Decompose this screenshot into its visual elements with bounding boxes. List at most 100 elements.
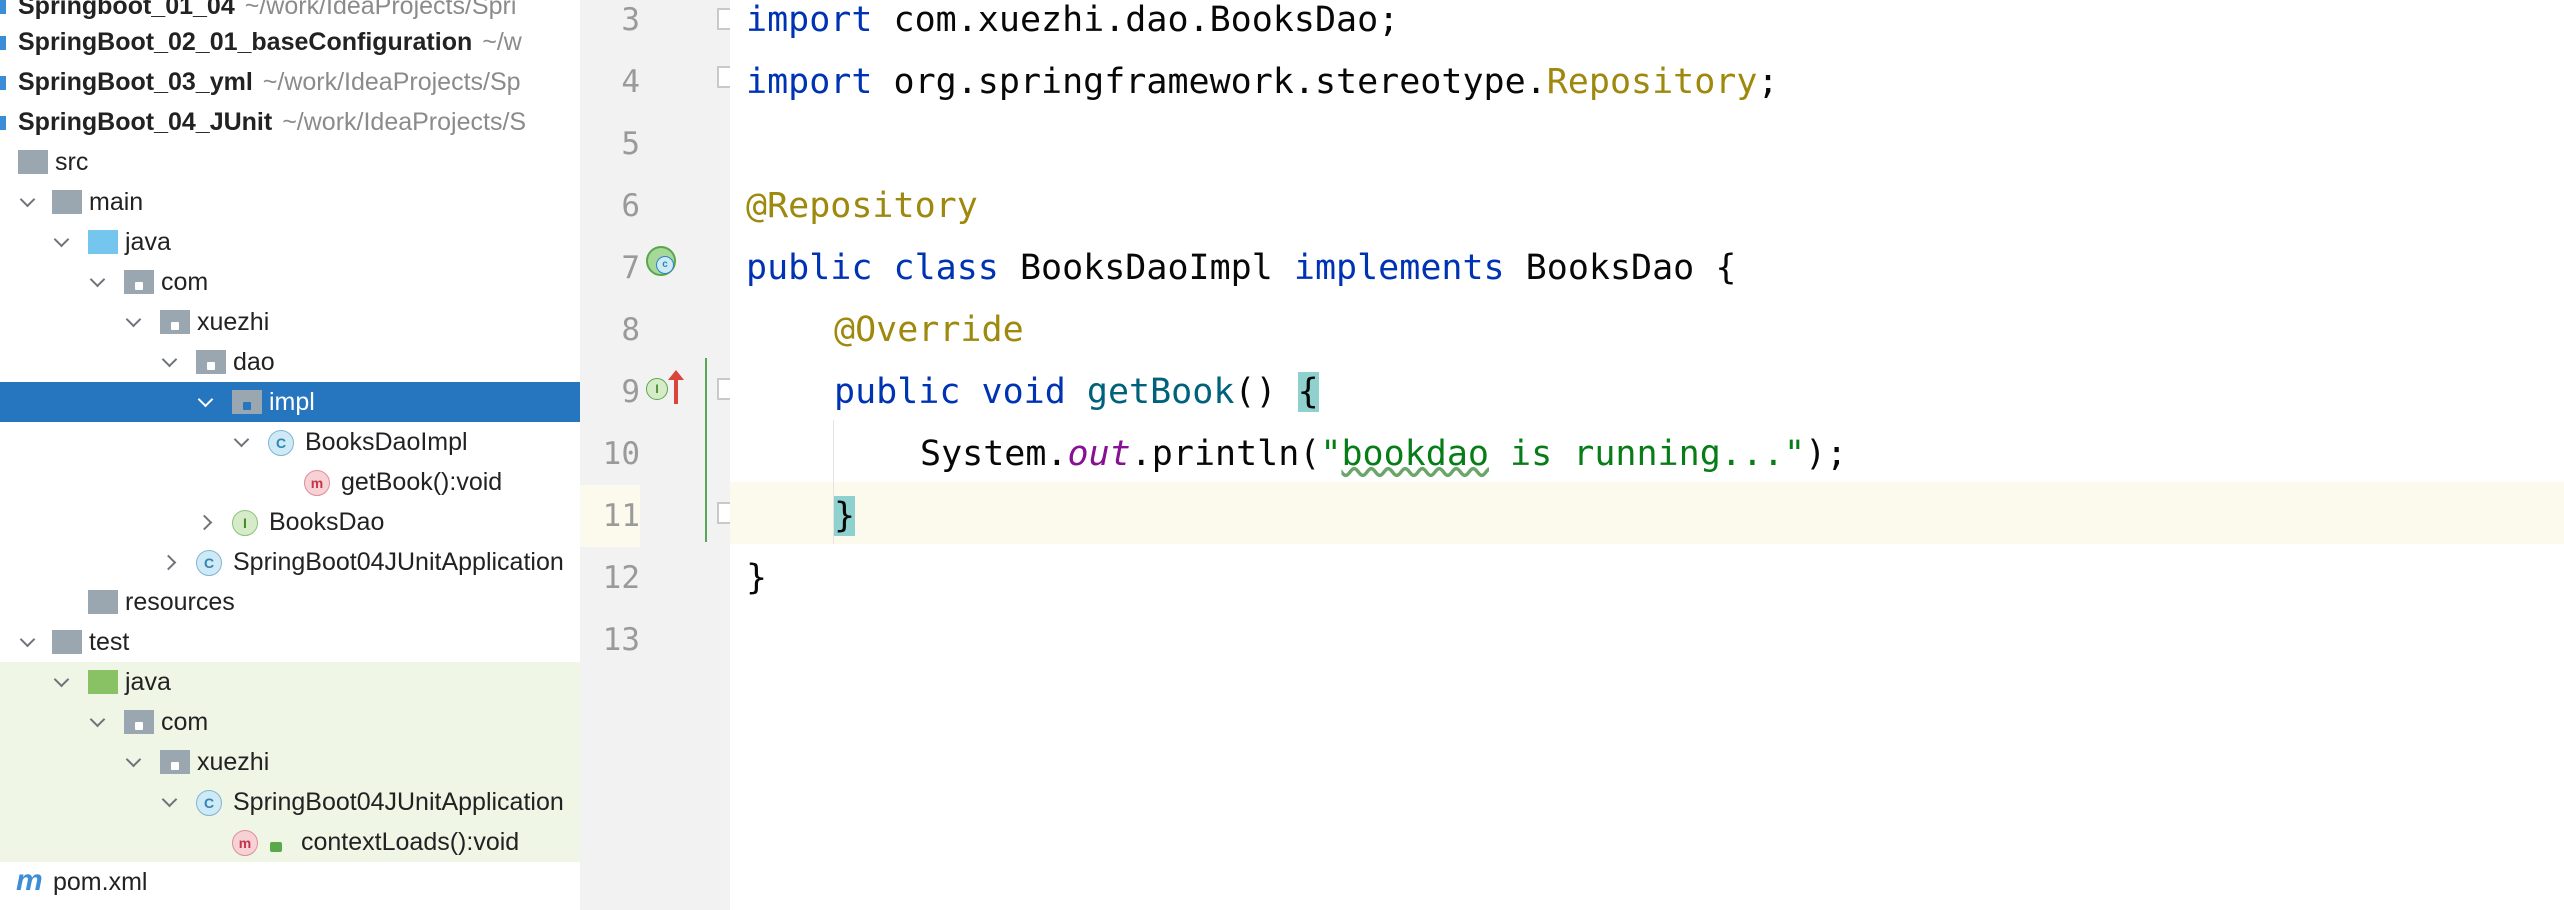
- editor-gutter: 3 4 5 6 7 8 9 10 11 12 13 c I: [580, 0, 735, 910]
- tree-node-main[interactable]: main: [0, 182, 580, 222]
- string-literal: ": [1320, 434, 1342, 474]
- test-method-icon: m: [232, 830, 258, 856]
- tree-project-springboot-04[interactable]: SpringBoot_04_JUnit ~/work/IdeaProjects/S: [0, 102, 580, 142]
- test-folder-icon: [88, 670, 118, 694]
- code-line-11[interactable]: }: [834, 485, 856, 547]
- code-line-10[interactable]: System.out.println("bookdao is running..…: [920, 423, 1847, 485]
- tree-node-label: BooksDaoImpl: [305, 428, 468, 456]
- tree-project-springboot-03[interactable]: SpringBoot_03_yml ~/work/IdeaProjects/Sp: [0, 62, 580, 102]
- tree-node-dao[interactable]: dao: [0, 342, 580, 382]
- chevron-down-icon[interactable]: [124, 742, 144, 782]
- tree-node-impl[interactable]: impl: [0, 382, 580, 422]
- line-number: 12: [602, 560, 640, 596]
- tree-node-label: xuezhi: [197, 308, 270, 336]
- keyword: public: [834, 372, 961, 412]
- tree-node-resources[interactable]: resources: [0, 582, 580, 622]
- code-editor[interactable]: import com.xuezhi.dao.BooksDao; import o…: [730, 0, 2564, 910]
- chevron-down-icon[interactable]: [52, 222, 72, 262]
- tree-node-label: impl: [269, 388, 315, 416]
- chevron-down-icon[interactable]: [124, 302, 144, 342]
- chevron-down-icon[interactable]: [196, 382, 216, 422]
- line-number: 4: [621, 64, 640, 100]
- line-number: 5: [621, 126, 640, 162]
- module-icon: [0, 0, 6, 14]
- current-line-highlight: [730, 482, 2564, 544]
- tree-node-com-test[interactable]: com: [0, 702, 580, 742]
- keyword: public: [746, 248, 873, 288]
- code-line-12[interactable]: }: [746, 547, 767, 609]
- chevron-down-icon[interactable]: [88, 262, 108, 302]
- implements-method-icon[interactable]: I: [646, 378, 668, 400]
- code-text: }: [746, 558, 768, 598]
- folder-icon: [52, 630, 82, 654]
- code-line-9[interactable]: public void getBook() {: [834, 361, 1319, 423]
- tree-node-label: test: [89, 628, 130, 656]
- tree-node-contextloads[interactable]: m contextLoads():void: [0, 822, 580, 862]
- line-number: 13: [602, 622, 640, 658]
- resources-folder-icon: [88, 590, 118, 614]
- tree-node-src[interactable]: src: [0, 142, 580, 182]
- tree-node-getbook[interactable]: m getBook():void: [0, 462, 580, 502]
- tree-node-label: SpringBoot04JUnitApplication: [233, 548, 564, 576]
- tree-node-label: getBook():void: [341, 468, 503, 496]
- chevron-down-icon[interactable]: [18, 182, 38, 222]
- chevron-down-icon[interactable]: [88, 702, 108, 742]
- chevron-down-icon[interactable]: [232, 422, 252, 462]
- tree-node-label: SpringBoot04JUnitApplication: [233, 788, 564, 816]
- project-path: ~/work/IdeaProjects/Sp: [262, 68, 521, 96]
- code-text: BooksDao {: [1504, 248, 1737, 288]
- vcs-change-marker: [705, 358, 707, 542]
- tree-node-application-test[interactable]: C SpringBoot04JUnitApplication: [0, 782, 580, 822]
- tree-node-xuezhi[interactable]: xuezhi: [0, 302, 580, 342]
- chevron-down-icon[interactable]: [18, 622, 38, 662]
- code-line-3[interactable]: import com.xuezhi.dao.BooksDao;: [746, 0, 1399, 51]
- project-name: Springboot_01_04: [18, 0, 235, 20]
- code-text: org.springframework.stereotype.: [872, 62, 1547, 102]
- code-line-8[interactable]: @Override: [834, 299, 1024, 361]
- code-line-6[interactable]: @Repository: [746, 175, 978, 237]
- line-number: 6: [621, 188, 640, 224]
- chevron-right-icon[interactable]: [162, 542, 182, 582]
- line-number: 10: [602, 436, 640, 472]
- tree-node-booksdaoimpl[interactable]: C BooksDaoImpl: [0, 422, 580, 462]
- method-name: getBook: [1086, 372, 1235, 412]
- tree-node-label: pom.xml: [53, 868, 148, 896]
- matched-brace: }: [834, 496, 856, 536]
- package-icon: [160, 310, 190, 334]
- keyword: class: [893, 248, 999, 288]
- source-folder-icon: [88, 230, 118, 254]
- tree-node-label: src: [55, 148, 89, 176]
- annotation-ref: Repository: [1546, 62, 1758, 102]
- code-line-7[interactable]: public class BooksDaoImpl implements Boo…: [746, 237, 1736, 299]
- line-number: 9: [621, 374, 640, 410]
- tree-node-java-test[interactable]: java: [0, 662, 580, 702]
- chevron-down-icon[interactable]: [160, 342, 180, 382]
- tree-project-springboot-02[interactable]: SpringBoot_02_01_baseConfiguration ~/w: [0, 22, 580, 62]
- tree-node-label: java: [125, 668, 171, 696]
- keyword: import: [746, 0, 873, 40]
- tree-node-com[interactable]: com: [0, 262, 580, 302]
- tree-node-application[interactable]: C SpringBoot04JUnitApplication: [0, 542, 580, 582]
- chevron-down-icon[interactable]: [52, 662, 72, 702]
- folder-icon: [18, 150, 48, 174]
- chevron-right-icon[interactable]: [198, 502, 218, 542]
- tree-node-xuezhi-test[interactable]: xuezhi: [0, 742, 580, 782]
- string-literal-typo: bookdao: [1341, 434, 1489, 474]
- tree-node-label: dao: [233, 348, 275, 376]
- code-text: (): [1234, 372, 1298, 412]
- arrow-up-icon[interactable]: [668, 370, 684, 404]
- code-text: System.: [920, 434, 1068, 474]
- tree-node-pom[interactable]: m pom.xml: [0, 862, 580, 902]
- project-name: SpringBoot_03_yml: [18, 68, 253, 96]
- line-number-current: 11: [580, 485, 640, 547]
- method-icon: m: [304, 470, 330, 496]
- tree-node-java-main[interactable]: java: [0, 222, 580, 262]
- code-text: .println(: [1130, 434, 1321, 474]
- chevron-down-icon[interactable]: [160, 782, 180, 822]
- line-number: 8: [621, 312, 640, 348]
- tree-node-test[interactable]: test: [0, 622, 580, 662]
- tree-node-booksdao[interactable]: I BooksDao: [0, 502, 580, 542]
- spring-boot-class-icon: C: [196, 550, 222, 576]
- code-line-4[interactable]: import org.springframework.stereotype.Re…: [746, 51, 1779, 113]
- spring-bean-gutter-icon[interactable]: c: [646, 246, 676, 276]
